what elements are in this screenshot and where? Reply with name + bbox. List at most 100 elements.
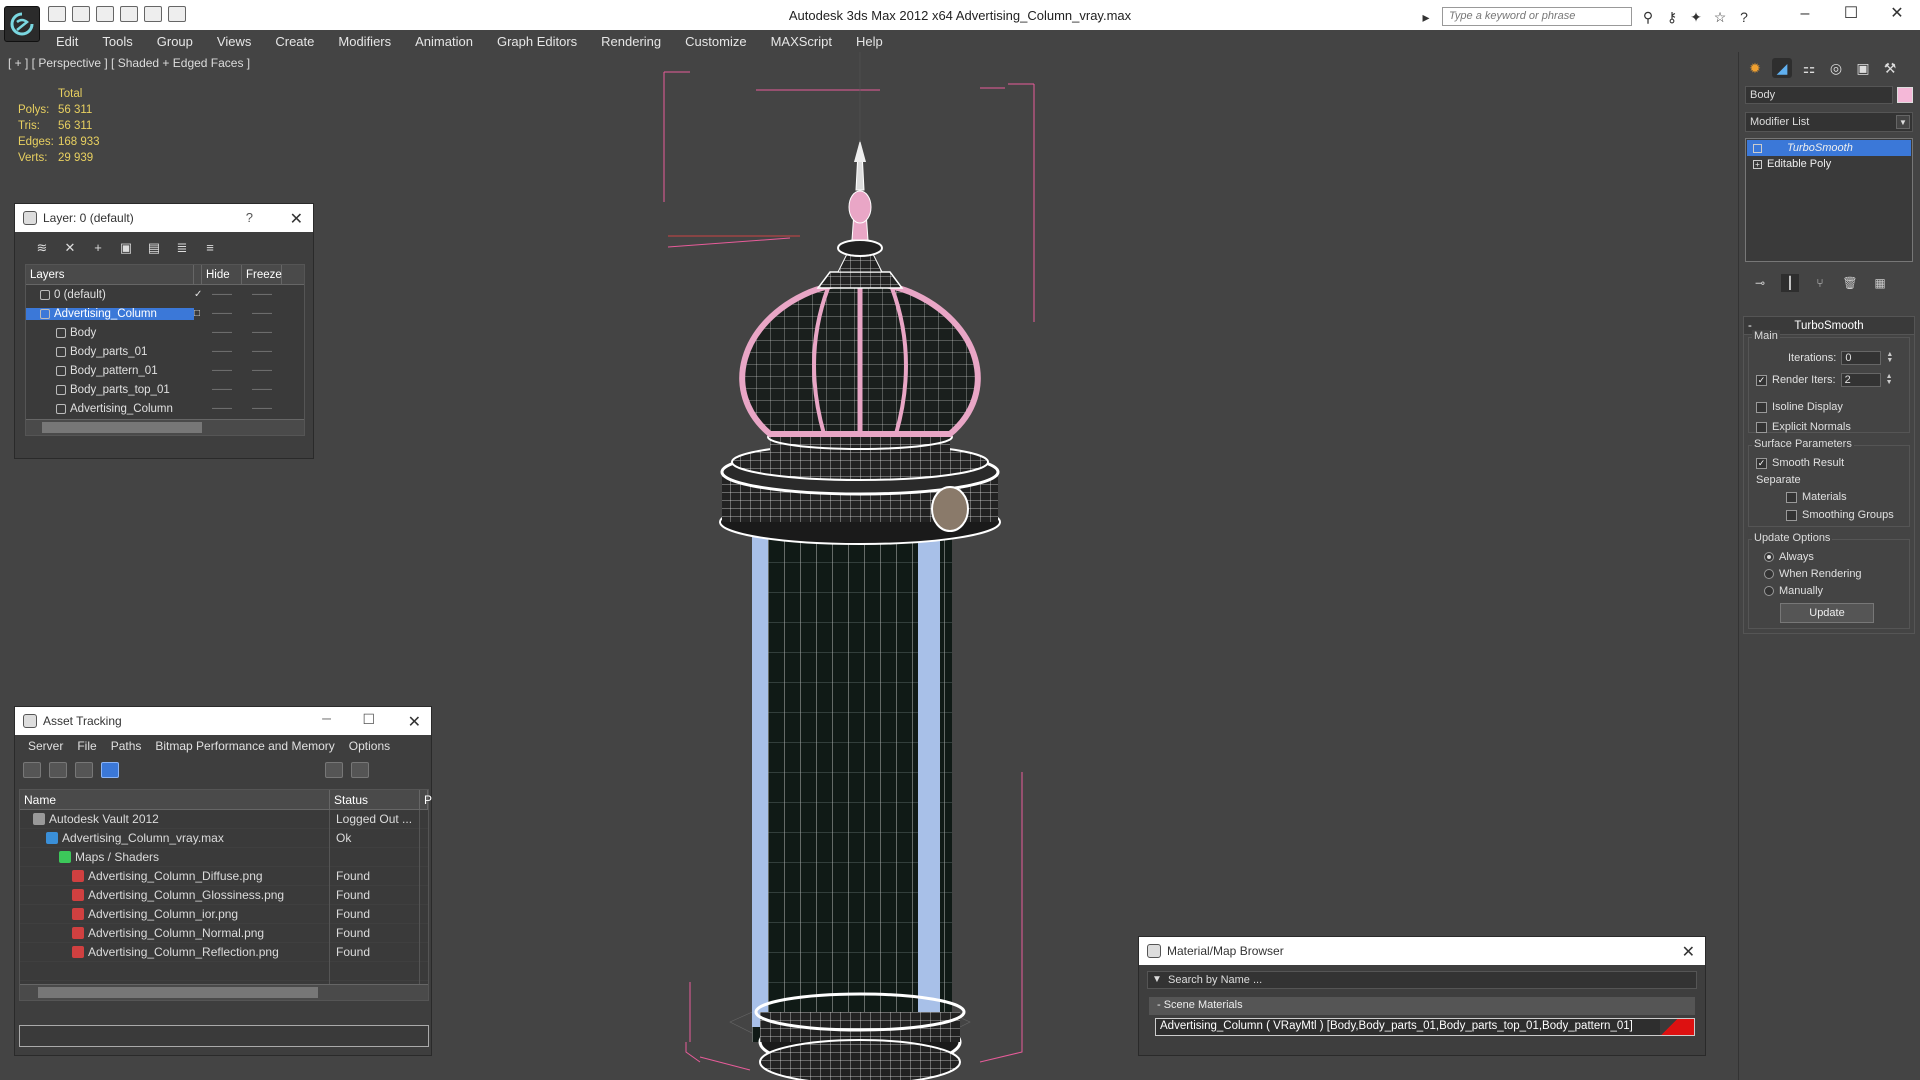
layer-row[interactable]: Body_parts_top_01 —— —— xyxy=(26,380,304,399)
binoculars-icon[interactable]: ⚲ xyxy=(1640,9,1656,25)
close-icon[interactable]: ✕ xyxy=(408,712,421,732)
help-icon[interactable]: ? xyxy=(246,210,253,225)
freeze-toggle[interactable]: —— xyxy=(242,384,282,395)
menu-item[interactable]: Create xyxy=(263,32,326,52)
col-p[interactable]: P xyxy=(420,790,432,809)
lightbulb-icon[interactable] xyxy=(1753,144,1762,153)
menu-item[interactable]: Animation xyxy=(403,32,485,52)
maximize-icon[interactable]: ☐ xyxy=(1828,0,1874,30)
highlight-layer-icon[interactable]: ▤ xyxy=(145,240,163,256)
layer-name-cell[interactable]: Body xyxy=(26,327,194,339)
layer-row[interactable]: Advertising_Column □ —— —— xyxy=(26,304,304,323)
materials-checkbox[interactable] xyxy=(1786,491,1797,503)
hide-toggle[interactable]: —— xyxy=(202,365,242,376)
make-unique-icon[interactable]: ⑂ xyxy=(1811,274,1829,292)
hide-toggle[interactable]: —— xyxy=(202,384,242,395)
layer-name-cell[interactable]: Advertising_Column xyxy=(26,403,194,415)
asset-menu-item[interactable]: File xyxy=(70,735,103,759)
material-browser-titlebar[interactable]: Material/Map Browser ✕ xyxy=(1139,937,1705,965)
when-rendering-radio[interactable] xyxy=(1764,569,1774,579)
asset-row[interactable]: Maps / Shaders xyxy=(20,847,428,867)
update-button[interactable]: Update xyxy=(1780,603,1874,623)
close-icon[interactable]: ✕ xyxy=(290,209,303,229)
menu-item[interactable]: Modifiers xyxy=(326,32,403,52)
help-icon[interactable] xyxy=(325,762,343,778)
active-layer-toggle-icon[interactable]: □ xyxy=(194,308,202,319)
layer-row[interactable]: Body_pattern_01 —— —— xyxy=(26,361,304,380)
close-icon[interactable]: ✕ xyxy=(1682,942,1695,962)
minimize-icon[interactable]: – xyxy=(1782,0,1828,30)
remove-modifier-icon[interactable]: 🗑 xyxy=(1841,274,1859,292)
asset-row[interactable]: Autodesk Vault 2012 Logged Out ... xyxy=(20,809,428,829)
col-hide[interactable]: Hide xyxy=(202,265,242,284)
modifier-stack-item[interactable]: + Editable Poly xyxy=(1747,156,1911,172)
keyword-search-input[interactable]: Type a keyword or phrase xyxy=(1442,7,1632,26)
asset-menu-item[interactable]: Options xyxy=(342,735,397,759)
scene-materials-group[interactable]: - Scene Materials xyxy=(1149,997,1695,1015)
asset-row[interactable]: Advertising_Column_vray.max Ok xyxy=(20,828,428,848)
active-layer-check-icon[interactable]: ✓ xyxy=(194,289,202,300)
asset-menu-item[interactable]: Server xyxy=(21,735,70,759)
freeze-toggle[interactable]: —— xyxy=(242,327,282,338)
scroll-thumb[interactable] xyxy=(42,422,202,433)
layer-name-cell[interactable]: Body_parts_01 xyxy=(26,346,194,358)
asset-menu-item[interactable]: Bitmap Performance and Memory xyxy=(148,735,341,759)
render-iters-checkbox[interactable]: ✓ xyxy=(1756,374,1767,386)
layer-horizontal-scrollbar[interactable] xyxy=(26,419,304,435)
hide-toggle[interactable]: —— xyxy=(202,403,242,414)
layer-name-cell[interactable]: 0 (default) xyxy=(26,289,194,301)
communication-icon[interactable]: ✦ xyxy=(1688,9,1704,25)
show-end-result-icon[interactable]: ┃ xyxy=(1781,274,1799,292)
menu-item[interactable]: Group xyxy=(145,32,205,52)
hierarchy-tab-icon[interactable]: ⚏ xyxy=(1799,58,1819,78)
hide-all-icon[interactable]: ≣ xyxy=(173,240,191,256)
object-color-swatch[interactable] xyxy=(1897,87,1913,103)
freeze-all-icon[interactable]: ≡ xyxy=(201,240,219,256)
asset-dialog-titlebar[interactable]: Asset Tracking – ☐ ✕ xyxy=(15,707,431,735)
freeze-toggle[interactable]: —— xyxy=(242,289,282,300)
menu-item[interactable]: Tools xyxy=(90,32,144,52)
configure-modifier-sets-icon[interactable]: ▦ xyxy=(1871,274,1889,292)
help-icon[interactable]: ? xyxy=(1736,9,1752,25)
asset-menu-item[interactable]: Paths xyxy=(104,735,149,759)
close-icon[interactable]: ✕ xyxy=(1874,0,1920,30)
refresh-icon[interactable] xyxy=(23,762,41,778)
modifier-list-dropdown[interactable]: Modifier List ▼ xyxy=(1745,112,1913,132)
freeze-toggle[interactable]: —— xyxy=(242,308,282,319)
scroll-thumb[interactable] xyxy=(38,987,318,998)
key-icon[interactable]: ⚷ xyxy=(1664,9,1680,25)
chevron-down-icon[interactable]: ▼ xyxy=(1896,115,1910,129)
asset-horizontal-scrollbar[interactable] xyxy=(20,984,428,1000)
hide-toggle[interactable]: —— xyxy=(202,346,242,357)
smooth-result-checkbox[interactable]: ✓ xyxy=(1756,457,1767,469)
list-view-icon[interactable] xyxy=(49,762,67,778)
freeze-toggle[interactable]: —— xyxy=(242,346,282,357)
utilities-tab-icon[interactable]: ⚒ xyxy=(1880,58,1900,78)
col-name[interactable]: Name xyxy=(20,790,330,809)
col-layers[interactable]: Layers xyxy=(26,265,194,284)
render-iters-spinner[interactable]: 2 xyxy=(1840,373,1881,387)
layer-row[interactable]: Body —— —— xyxy=(26,323,304,342)
motion-tab-icon[interactable]: ◎ xyxy=(1826,58,1846,78)
asset-row[interactable]: Advertising_Column_Normal.png Found xyxy=(20,923,428,943)
layer-row[interactable]: Body_parts_01 —— —— xyxy=(26,342,304,361)
hide-toggle[interactable]: —— xyxy=(202,327,242,338)
hide-toggle[interactable]: —— xyxy=(202,308,242,319)
maximize-icon[interactable]: ☐ xyxy=(362,711,375,728)
asset-row[interactable]: Advertising_Column_Glossiness.png Found xyxy=(20,885,428,905)
modifier-stack-item[interactable]: TurboSmooth xyxy=(1747,140,1911,156)
layer-name-cell[interactable]: Body_parts_top_01 xyxy=(26,384,194,396)
table-view-icon[interactable] xyxy=(101,762,119,778)
menu-item[interactable]: MAXScript xyxy=(759,32,844,52)
favorites-star-icon[interactable]: ☆ xyxy=(1712,9,1728,25)
select-objects-icon[interactable]: ▣ xyxy=(117,240,135,256)
explicit-normals-checkbox[interactable] xyxy=(1756,421,1767,433)
layer-name-cell[interactable]: Body_pattern_01 xyxy=(26,365,194,377)
modify-tab-icon[interactable]: ◢ xyxy=(1772,58,1792,78)
settings-icon[interactable] xyxy=(351,762,369,778)
material-item[interactable]: Advertising_Column ( VRayMtl ) [Body,Bod… xyxy=(1155,1018,1695,1036)
manually-radio[interactable] xyxy=(1764,586,1774,596)
freeze-toggle[interactable]: —— xyxy=(242,365,282,376)
chevron-down-icon[interactable]: ▼ xyxy=(1152,974,1162,985)
always-radio[interactable] xyxy=(1764,552,1774,562)
